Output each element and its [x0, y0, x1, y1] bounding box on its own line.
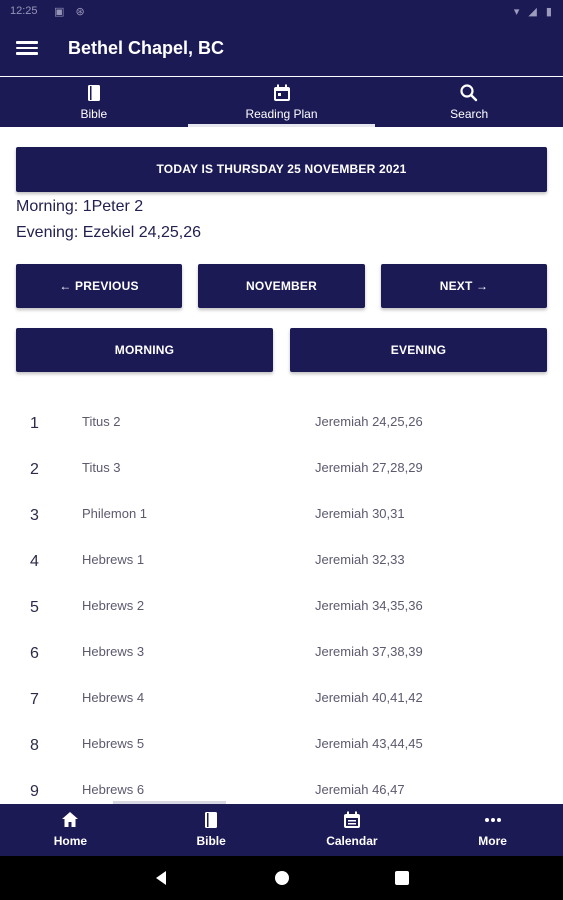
system-nav-bar — [0, 856, 563, 900]
list-item[interactable]: 7 Hebrews 4 Jeremiah 40,41,42 — [0, 676, 563, 722]
home-icon — [62, 812, 79, 827]
morning-reading: Morning: 1Peter 2 — [16, 198, 144, 215]
list-item[interactable]: 8 Hebrews 5 Jeremiah 43,44,45 — [0, 722, 563, 768]
home-circle-icon[interactable] — [272, 868, 292, 888]
day-number: 5 — [30, 599, 39, 616]
book-icon — [87, 85, 100, 101]
bottom-nav-bible-label: Bible — [196, 834, 226, 848]
morning-button[interactable]: MORNING — [16, 328, 273, 372]
menu-icon[interactable] — [16, 38, 38, 60]
evening-passage: Jeremiah 27,28,29 — [315, 460, 423, 475]
list-item[interactable]: 4 Hebrews 1 Jeremiah 32,33 — [0, 538, 563, 584]
recents-icon[interactable] — [392, 868, 412, 888]
calendar-icon — [343, 811, 360, 828]
top-tabs: Bible Reading Plan Search — [0, 77, 563, 127]
back-icon[interactable] — [151, 868, 171, 888]
morning-passage: Hebrews 5 — [82, 736, 145, 751]
more-icon — [484, 818, 501, 822]
bottom-nav-home-label: Home — [53, 834, 88, 848]
evening-passage: Jeremiah 34,35,36 — [315, 598, 423, 613]
morning-passage: Hebrews 3 — [82, 644, 145, 659]
book-icon — [205, 812, 218, 828]
tab-search[interactable]: Search — [375, 77, 563, 127]
bottom-nav-calendar-label: Calendar — [326, 834, 378, 848]
morning-passage: Titus 2 — [82, 414, 121, 429]
app-bar: Bethel Chapel, BC — [0, 24, 563, 76]
bottom-nav: Home Bible Calendar More — [0, 804, 563, 856]
tab-bible-label: Bible — [80, 107, 108, 121]
morning-passage: Hebrews 1 — [82, 552, 145, 567]
reading-plan-list[interactable]: 1 Titus 2 Jeremiah 24,25,26 2 Titus 3 Je… — [0, 400, 563, 802]
status-system-icons: ▾ ◢ ▮ — [513, 6, 555, 18]
day-number: 9 — [30, 783, 39, 800]
status-bar: 12:25 ▣ ⊛ ▾ ◢ ▮ — [0, 0, 563, 24]
day-number: 1 — [30, 415, 39, 432]
day-number: 2 — [30, 461, 39, 478]
tab-reading-plan-label: Reading Plan — [245, 107, 318, 121]
evening-passage: Jeremiah 30,31 — [315, 506, 405, 521]
next-button[interactable]: NEXT → — [381, 264, 547, 308]
day-number: 7 — [30, 691, 39, 708]
list-item[interactable]: 2 Titus 3 Jeremiah 27,28,29 — [0, 446, 563, 492]
day-number: 6 — [30, 645, 39, 662]
list-item[interactable]: 9 Hebrews 6 Jeremiah 46,47 — [0, 768, 563, 802]
calendar-icon — [273, 84, 290, 101]
month-button[interactable]: NOVEMBER — [198, 264, 365, 308]
bottom-nav-more-label: More — [478, 834, 507, 848]
morning-passage: Philemon 1 — [82, 506, 148, 521]
day-number: 3 — [30, 507, 39, 524]
status-notification-icons: ▣ ⊛ — [54, 6, 89, 18]
previous-button[interactable]: ← PREVIOUS — [16, 264, 182, 308]
bottom-nav-calendar[interactable]: Calendar — [282, 804, 423, 856]
evening-passage: Jeremiah 40,41,42 — [315, 690, 423, 705]
list-item[interactable]: 6 Hebrews 3 Jeremiah 37,38,39 — [0, 630, 563, 676]
bottom-nav-home[interactable]: Home — [0, 804, 141, 856]
today-banner: TODAY IS THURSDAY 25 NOVEMBER 2021 — [16, 147, 547, 192]
bottom-nav-more[interactable]: More — [422, 804, 563, 856]
bottom-nav-bible[interactable]: Bible — [141, 804, 282, 856]
list-item[interactable]: 5 Hebrews 2 Jeremiah 34,35,36 — [0, 584, 563, 630]
tab-bible[interactable]: Bible — [0, 77, 188, 127]
evening-passage: Jeremiah 37,38,39 — [315, 644, 423, 659]
evening-passage: Jeremiah 24,25,26 — [315, 414, 423, 429]
status-time: 12:25 — [10, 5, 38, 17]
tab-search-label: Search — [450, 107, 489, 121]
app-title: Bethel Chapel, BC — [68, 38, 225, 58]
evening-button[interactable]: EVENING — [290, 328, 547, 372]
day-number: 8 — [30, 737, 39, 754]
morning-passage: Hebrews 6 — [82, 782, 145, 797]
day-number: 4 — [30, 553, 39, 570]
evening-passage: Jeremiah 43,44,45 — [315, 736, 423, 751]
search-icon — [460, 84, 478, 102]
list-item[interactable]: 3 Philemon 1 Jeremiah 30,31 — [0, 492, 563, 538]
evening-passage: Jeremiah 46,47 — [315, 782, 405, 797]
morning-passage: Titus 3 — [82, 460, 121, 475]
evening-reading: Evening: Ezekiel 24,25,26 — [16, 224, 202, 241]
morning-passage: Hebrews 2 — [82, 598, 145, 613]
tab-reading-plan[interactable]: Reading Plan — [187, 77, 376, 127]
list-item[interactable]: 1 Titus 2 Jeremiah 24,25,26 — [0, 400, 563, 446]
morning-passage: Hebrews 4 — [82, 690, 145, 705]
evening-passage: Jeremiah 32,33 — [315, 552, 405, 567]
